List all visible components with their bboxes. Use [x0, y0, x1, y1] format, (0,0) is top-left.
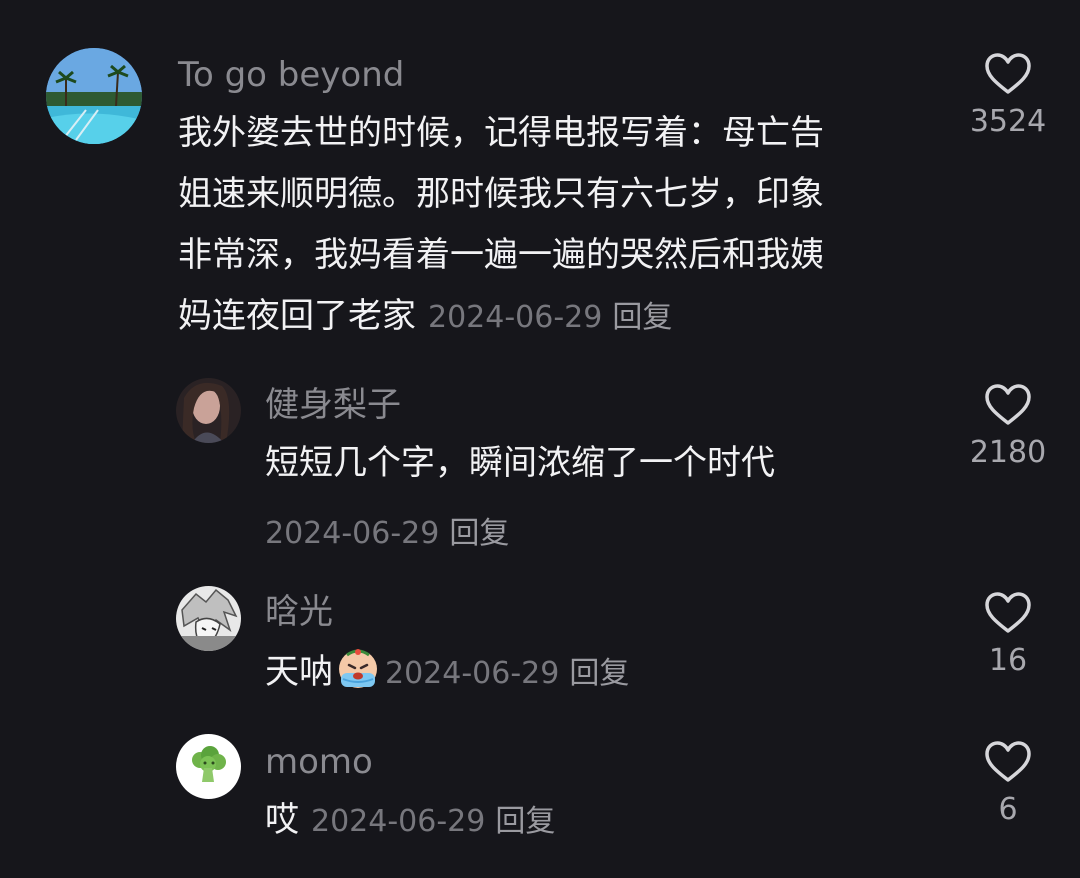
- like-control[interactable]: 3524: [958, 53, 1058, 139]
- comment-text: 我外婆去世的时候，记得电报写着：母亡告 姐速来顺明德。那时候我只有六七岁，印象 …: [178, 103, 824, 348]
- manga-avatar-icon[interactable]: [176, 586, 241, 651]
- comment-date: 2024-06-29: [428, 300, 603, 335]
- reply-date: 2024-06-29: [265, 516, 440, 551]
- reply-text-row: 哎 2024-06-29 回复: [265, 790, 555, 852]
- comment-text-line: 我外婆去世的时候，记得电报写着：母亡告: [178, 113, 824, 153]
- heart-icon[interactable]: [985, 53, 1031, 95]
- reply-text-row: 天呐 2024-06-29 回复: [265, 642, 629, 704]
- reply-username[interactable]: momo: [265, 742, 373, 782]
- comment-text-line: 妈连夜回了老家 2024-06-29 回复: [178, 286, 824, 348]
- like-count: 16: [988, 643, 1028, 678]
- reply-username[interactable]: 晗光: [265, 592, 333, 632]
- comment-username[interactable]: To go beyond: [178, 55, 404, 95]
- crying-emoji-icon: [339, 649, 377, 688]
- like-count: 3524: [969, 104, 1047, 139]
- reply-button[interactable]: 回复: [569, 656, 629, 691]
- reply-date: 2024-06-29: [385, 656, 560, 691]
- reply-username[interactable]: 健身梨子: [265, 385, 401, 425]
- reply-button[interactable]: 回复: [612, 300, 672, 335]
- pool-palm-tree-avatar-icon[interactable]: [46, 48, 142, 144]
- reply-button[interactable]: 回复: [449, 516, 509, 551]
- reply-meta: 2024-06-29 回复: [265, 508, 509, 552]
- heart-icon[interactable]: [985, 592, 1031, 634]
- like-control[interactable]: 16: [958, 592, 1058, 678]
- like-count: 6: [998, 792, 1018, 827]
- reply-button[interactable]: 回复: [495, 804, 555, 839]
- broccoli-avatar-icon[interactable]: [176, 734, 241, 799]
- reply-date: 2024-06-29: [311, 804, 486, 839]
- reply-text: 短短几个字，瞬间浓缩了一个时代: [265, 443, 775, 483]
- comment-text-line-end: 妈连夜回了老家: [178, 296, 416, 336]
- heart-icon[interactable]: [985, 384, 1031, 426]
- like-control[interactable]: 6: [958, 741, 1058, 827]
- like-count: 2180: [969, 435, 1047, 470]
- like-control[interactable]: 2180: [958, 384, 1058, 470]
- reply-text: 哎: [265, 800, 299, 840]
- comment-text-line: 姐速来顺明德。那时候我只有六七岁，印象: [178, 174, 824, 214]
- portrait-avatar-icon[interactable]: [176, 378, 241, 443]
- comment-text-line: 非常深，我妈看着一遍一遍的哭然后和我姨: [178, 235, 824, 275]
- reply-text: 天呐: [265, 652, 333, 692]
- heart-icon[interactable]: [985, 741, 1031, 783]
